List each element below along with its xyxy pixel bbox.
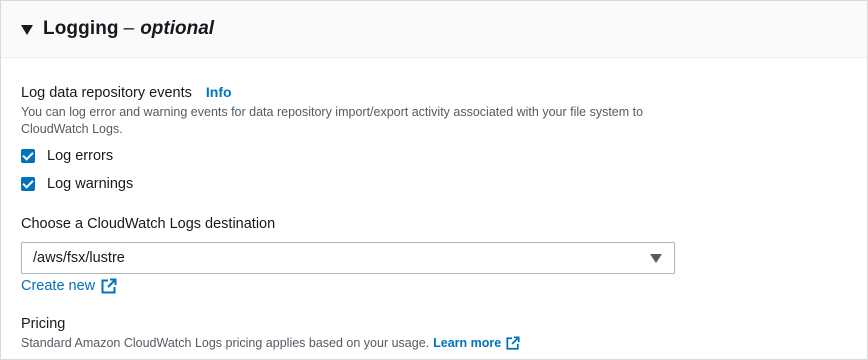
external-link-icon [506, 336, 520, 350]
create-new-link[interactable]: Create new [21, 278, 117, 294]
log-errors-label[interactable]: Log errors [47, 148, 113, 164]
logging-body: Log data repository events Info You can … [1, 58, 867, 352]
title-separator: – [123, 18, 135, 39]
repository-events-label-row: Log data repository events Info [21, 82, 847, 103]
caret-down-icon[interactable] [21, 24, 33, 35]
logging-panel: Logging – optional Log data repository e… [0, 0, 868, 360]
learn-more-link[interactable]: Learn more [433, 334, 520, 352]
create-new-label[interactable]: Create new [21, 278, 95, 294]
repository-events-label: Log data repository events [21, 85, 192, 101]
pricing-description-row: Standard Amazon CloudWatch Logs pricing … [21, 334, 847, 352]
dropdown-caret-icon [650, 253, 662, 263]
log-errors-checkbox[interactable] [21, 149, 35, 163]
destination-select[interactable]: /aws/fsx/lustre [21, 242, 675, 274]
log-warnings-checkbox[interactable] [21, 177, 35, 191]
pricing-description: Standard Amazon CloudWatch Logs pricing … [21, 336, 430, 350]
learn-more-label[interactable]: Learn more [433, 334, 501, 352]
log-warnings-option[interactable]: Log warnings [21, 170, 847, 198]
repository-events-description: You can log error and warning events for… [21, 105, 644, 136]
destination-label: Choose a CloudWatch Logs destination [21, 216, 276, 232]
section-title: Logging [43, 18, 119, 39]
optional-label: optional [140, 18, 215, 39]
pricing-label: Pricing [21, 316, 66, 332]
log-warnings-label[interactable]: Log warnings [47, 176, 133, 192]
info-link[interactable]: Info [206, 82, 232, 102]
logging-section-header[interactable]: Logging – optional [1, 1, 867, 58]
log-errors-option[interactable]: Log errors [21, 142, 847, 170]
external-link-icon [101, 278, 117, 294]
destination-selected-value: /aws/fsx/lustre [33, 250, 125, 266]
